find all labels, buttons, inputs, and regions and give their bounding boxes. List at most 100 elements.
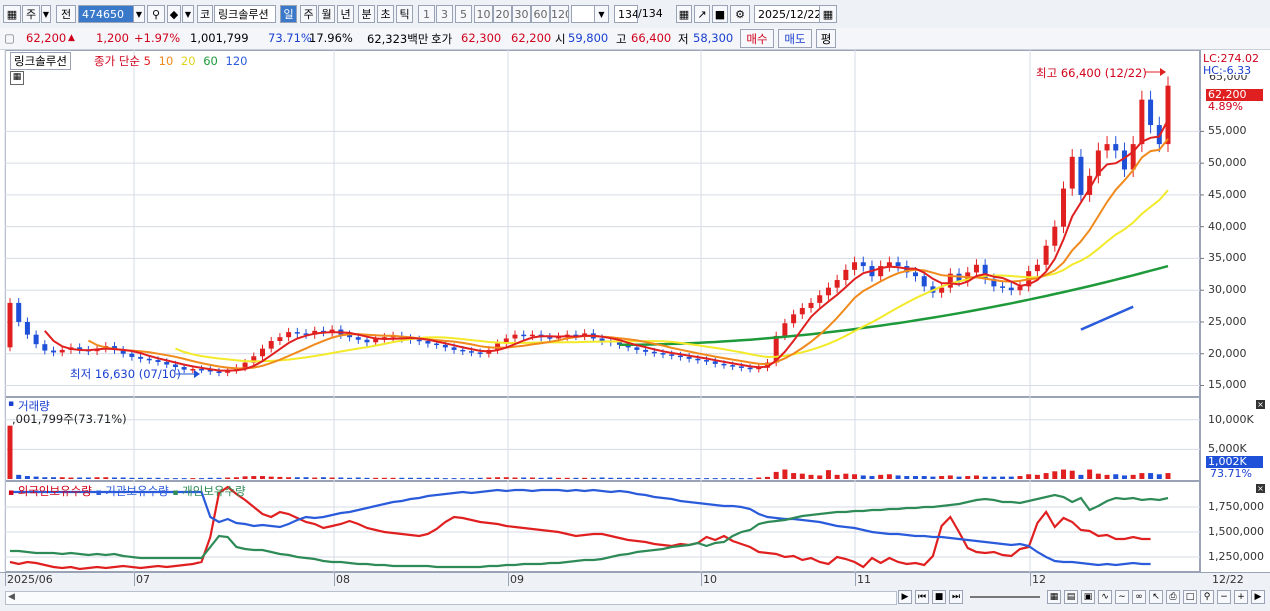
ma10-line: [87, 138, 1169, 370]
holdings-legend: ▪ 외국인보유수량 ▪ 기관보유수량 ▪ 개인보유수량: [8, 483, 246, 499]
volume-bar: [303, 477, 309, 479]
fast-forward-icon[interactable]: ⏭: [949, 590, 963, 604]
screen-icon[interactable]: □: [1183, 590, 1197, 604]
x-axis-separator: [701, 572, 702, 586]
ruler-icon[interactable]: ↖: [1149, 590, 1163, 604]
scrollbar-track[interactable]: [5, 591, 897, 605]
zoom-in-icon[interactable]: +: [1234, 590, 1248, 604]
volume-bar: [68, 477, 74, 479]
stop-icon[interactable]: ■: [932, 590, 946, 604]
legend-foreign: 외국인보유수량: [17, 484, 92, 498]
zoom-out-icon[interactable]: −: [1217, 590, 1231, 604]
volume-bar: [564, 477, 570, 479]
volume-bar: [747, 478, 753, 480]
scroll-left-icon[interactable]: ◀: [8, 592, 15, 602]
candle-body: [277, 337, 283, 342]
y-tick-label: 20,000: [1208, 346, 1247, 360]
volume-bar: [1095, 473, 1101, 479]
link-icon[interactable]: ∞: [1132, 590, 1146, 604]
volume-bar: [738, 478, 744, 480]
y-tick-label: 40,000: [1208, 219, 1247, 233]
price-panel-title[interactable]: 링크솔루션: [10, 52, 71, 70]
volume-bar: [634, 477, 640, 479]
volume-panel-icon[interactable]: ▪: [8, 399, 14, 409]
volume-bar: [477, 477, 483, 479]
volume-bar: [338, 477, 344, 479]
candle-body: [512, 334, 518, 339]
volume-bar: [1026, 474, 1032, 479]
candle-body: [146, 358, 152, 361]
volume-bar: [312, 477, 318, 479]
volume-bar: [590, 477, 596, 479]
volume-bar: [1113, 474, 1119, 479]
y-tick-label: 1,250,000: [1208, 550, 1264, 563]
volume-bar: [111, 477, 117, 479]
play-icon[interactable]: ▶: [898, 590, 912, 604]
copy-icon[interactable]: ▤: [1064, 590, 1078, 604]
x-axis-label: 2025/06: [7, 573, 53, 586]
volume-bar: [712, 478, 718, 480]
volume-bar: [764, 476, 770, 479]
volume-bar: [616, 477, 622, 479]
y-tick-label: 35,000: [1208, 251, 1247, 265]
volume-bar: [782, 469, 788, 479]
volume-bar: [825, 470, 831, 479]
volume-bar: [843, 473, 849, 479]
volume-bar: [85, 477, 91, 479]
candle-body: [286, 332, 292, 338]
y-tick-label: 55,000: [1208, 124, 1247, 138]
print-icon[interactable]: ⎙: [1166, 590, 1180, 604]
close-icon[interactable]: ×: [1256, 400, 1265, 409]
volume-bar: [16, 474, 22, 479]
volume-bar: [164, 478, 170, 480]
y-tick-label: 50,000: [1208, 156, 1247, 170]
volume-bar: [460, 478, 466, 480]
window-icon[interactable]: ▣: [1081, 590, 1095, 604]
y-tick-label: 30,000: [1208, 283, 1247, 297]
candle-body: [1061, 188, 1067, 227]
zoom-slider[interactable]: [970, 596, 1040, 598]
legend-ma20: 20: [180, 54, 196, 68]
volume-bar: [468, 478, 474, 480]
ma120-line: [1080, 305, 1134, 331]
legend-marker-icon: ▪: [8, 488, 15, 498]
volume-bar: [982, 476, 988, 479]
volume-bar: [33, 476, 39, 479]
candle-body: [704, 360, 710, 362]
volume-bar: [547, 477, 553, 479]
layout-icon[interactable]: ▦: [1047, 590, 1061, 604]
volume-bar: [1000, 476, 1006, 479]
volume-bar: [1130, 474, 1136, 479]
candle-body: [164, 361, 170, 365]
institution-holdings-line: [10, 488, 1151, 567]
rewind-icon[interactable]: ⏮: [915, 590, 929, 604]
candle-body: [547, 337, 553, 339]
scroll-right-icon[interactable]: ▶: [1251, 590, 1265, 604]
volume-bar: [1165, 473, 1171, 479]
volume-bar: [721, 478, 727, 480]
volume-bar: [556, 477, 562, 479]
volume-bar: [190, 478, 196, 480]
zoom-search-icon[interactable]: ⚲: [1200, 590, 1214, 604]
trend-icon[interactable]: ∼: [1115, 590, 1129, 604]
candle-body: [643, 349, 649, 352]
price-pct-label: 4.89%: [1208, 100, 1243, 113]
chart-type-icon[interactable]: ∿: [1098, 590, 1112, 604]
legend-ma60: 60: [203, 54, 218, 68]
x-axis-label: 10: [703, 573, 717, 586]
legend-marker-icon: ▪: [172, 488, 179, 498]
candle-body: [1130, 144, 1136, 170]
legend-ma10: 10: [158, 54, 174, 68]
candle-body: [468, 351, 474, 353]
candle-body: [138, 356, 144, 359]
candle-body: [791, 314, 797, 324]
candle-body: [973, 264, 979, 273]
volume-bar: [1139, 473, 1145, 479]
y-tick-label: 5,000K: [1208, 442, 1247, 456]
x-axis-separator: [1030, 572, 1031, 586]
close-icon[interactable]: ×: [1256, 484, 1265, 493]
volume-bar: [1017, 476, 1023, 479]
candle-body: [738, 366, 744, 368]
candle-body: [782, 323, 788, 336]
indicator-list-icon[interactable]: ▦: [10, 71, 24, 85]
